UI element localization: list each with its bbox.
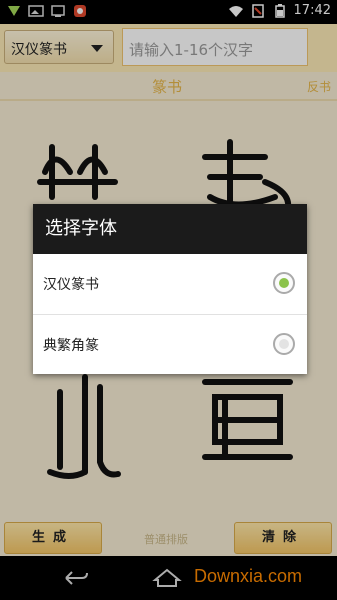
font-option-label: 汉仪篆书 [43,277,99,293]
radio-unselected-icon[interactable] [273,333,295,355]
radio-selected-icon[interactable] [273,272,295,294]
font-picker-dialog: 选择字体 汉仪篆书 典繁角篆 [33,204,307,374]
dialog-title: 选择字体 [33,204,307,254]
font-option-hanyi-zhuanshu[interactable]: 汉仪篆书 [33,254,307,315]
font-option-dianfan-jiaozhuan[interactable]: 典繁角篆 [33,315,307,375]
font-option-label: 典繁角篆 [43,338,99,354]
